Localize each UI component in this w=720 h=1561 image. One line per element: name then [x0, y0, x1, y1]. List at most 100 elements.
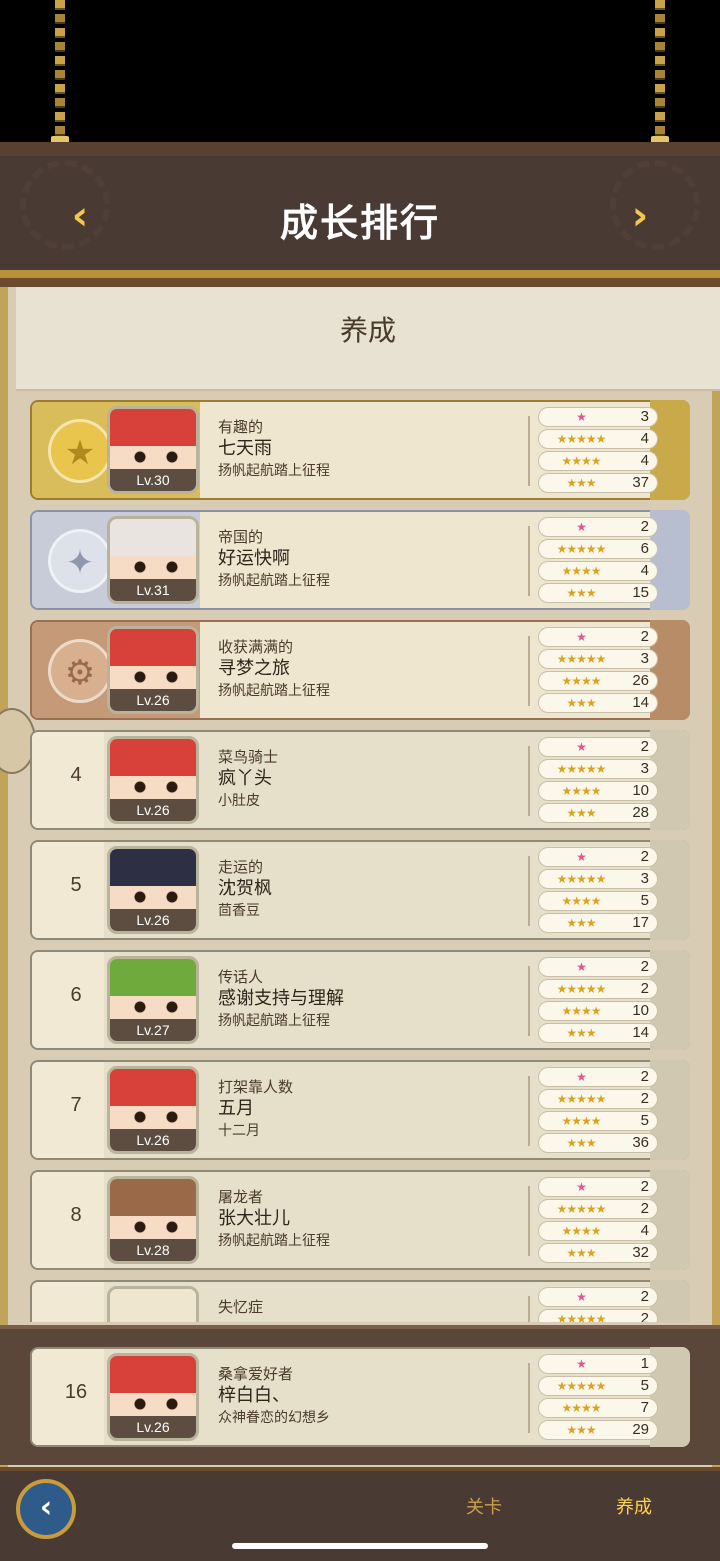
ranking-list[interactable]: ★ Lv.30 有趣的 七天雨 扬帆起航踏上征程 ★ 3 ★★★★★ 4 ★★★★ 4 ★★★ 37 ✦ L…	[30, 400, 690, 1322]
player-guild: 众神眷恋的幻想乡	[218, 1410, 330, 1426]
row-divider	[528, 416, 530, 486]
avatar-eyes	[132, 891, 180, 903]
five-star-count: ★★★★★ 3	[538, 869, 658, 889]
ranking-row[interactable]: ⚙ Lv.26 收获满满的 寻梦之旅 扬帆起航踏上征程 ★ 2 ★★★★★ 3 ★★★★ 26 ★★★…	[30, 620, 690, 720]
avatar[interactable]: Lv.26	[107, 736, 199, 824]
player-info: 传话人 感谢支持与理解 扬帆起航踏上征程	[218, 966, 518, 1032]
player-guild: 小肚皮	[218, 793, 260, 809]
five-star-count-value: 6	[640, 540, 649, 557]
player-name: 疯丫头	[218, 768, 272, 789]
three-star-count: ★★★ 36	[538, 1133, 658, 1153]
rank-number: 7	[70, 1094, 82, 1116]
ranking-row[interactable]: ✦ Lv.31 帝国的 好运快啊 扬帆起航踏上征程 ★ 2 ★★★★★ 6 ★★★★ 4 ★★★ 15	[30, 510, 690, 610]
five-star-count-value: 2	[640, 1310, 649, 1322]
four-star-count-value: 7	[640, 1399, 649, 1416]
pink-star-count: ★ 2	[538, 1287, 658, 1307]
player-info: 打架靠人数 五月 十二月	[218, 1076, 518, 1142]
star-stats: ★ 2 ★★★★★ 2 ★★★★ 10 ★★★ 14	[538, 957, 660, 1045]
level-badge: Lv.28	[110, 1239, 196, 1261]
three-star-count-value: 17	[632, 914, 649, 931]
star-icon: ★★★	[566, 806, 596, 820]
avatar-portrait	[110, 1289, 196, 1322]
five-star-count: ★★★★★ 3	[538, 649, 658, 669]
level-badge: Lv.26	[110, 1416, 196, 1438]
next-arrow-button[interactable]: ›	[612, 194, 668, 240]
ranking-row[interactable]: 失忆症★2★★★★★2★★★★★★★	[30, 1280, 690, 1322]
star-stats: ★ 2 ★★★★★ 3 ★★★★ 26 ★★★ 14	[538, 627, 660, 715]
three-star-count: ★★★ 32	[538, 1243, 658, 1263]
ranking-row[interactable]: 5 Lv.26 走运的 沈贺枫 茴香豆 ★ 2 ★★★★★ 3 ★★★★ 5 ★★★ 17	[30, 840, 690, 940]
three-star-count: ★★★ 29	[538, 1420, 658, 1440]
ranking-row[interactable]: 6 Lv.27 传话人 感谢支持与理解 扬帆起航踏上征程 ★ 2 ★★★★★ 2 ★★★★ 10 ★★…	[30, 950, 690, 1050]
four-star-count: ★★★★ 4	[538, 561, 658, 581]
gold-medal-icon: ★	[48, 419, 112, 483]
avatar[interactable]	[107, 1286, 199, 1322]
five-star-count: ★★★★★ 5	[538, 1376, 658, 1396]
avatar[interactable]: Lv.26	[107, 626, 199, 714]
player-guild: 扬帆起航踏上征程	[218, 1013, 330, 1029]
five-star-count-value: 2	[640, 1200, 649, 1217]
rank-number: 16	[64, 1381, 88, 1403]
row-divider	[528, 1363, 530, 1433]
pink-star-icon: ★	[576, 630, 587, 644]
ranking-row[interactable]: ★ Lv.30 有趣的 七天雨 扬帆起航踏上征程 ★ 3 ★★★★★ 4 ★★★★ 4 ★★★ 37	[30, 400, 690, 500]
player-name: 沈贺枫	[218, 878, 272, 899]
player-info: 菜鸟骑士 疯丫头 小肚皮	[218, 746, 518, 812]
star-stats: ★ 2 ★★★★★ 3 ★★★★ 5 ★★★ 17	[538, 847, 660, 935]
back-button[interactable]: ‹	[16, 1479, 76, 1539]
pink-star-count: ★ 2	[538, 1067, 658, 1087]
four-star-count-value: 5	[640, 892, 649, 909]
four-star-count-value: 10	[632, 1002, 649, 1019]
five-star-count-value: 4	[640, 430, 649, 447]
ranking-row[interactable]: 7 Lv.26 打架靠人数 五月 十二月 ★ 2 ★★★★★ 2 ★★★★ 5 ★★★ 36	[30, 1060, 690, 1160]
star-stats: ★ 2 ★★★★★ 2 ★★★★ 4 ★★★ 32	[538, 1177, 660, 1265]
star-icon: ★★★	[566, 586, 596, 600]
pink-star-icon: ★	[576, 850, 587, 864]
avatar[interactable]: Lv.26	[107, 1353, 199, 1441]
five-star-count: ★★★★★ 2	[538, 979, 658, 999]
three-star-count: ★★★ 14	[538, 1023, 658, 1043]
ranking-row[interactable]: 16 Lv.26 桑拿爱好者 梓白白、 众神眷恋的幻想乡 ★ 1 ★★★★★ 5 ★★★★ 7 ★★★…	[30, 1347, 690, 1447]
player-name: 梓白白、	[218, 1385, 290, 1406]
player-title: 帝国的	[218, 528, 264, 546]
row-divider	[528, 636, 530, 706]
avatar[interactable]: Lv.30	[107, 406, 199, 494]
five-star-count: ★★★★★ 6	[538, 539, 658, 559]
pink-star-count-value: 1	[640, 1355, 649, 1372]
pink-star-count: ★ 2	[538, 517, 658, 537]
player-name: 感谢支持与理解	[218, 988, 344, 1009]
three-star-count-value: 36	[632, 1134, 649, 1151]
level-badge: Lv.26	[110, 799, 196, 821]
rank-number: 6	[70, 984, 82, 1006]
star-icon: ★★★★	[561, 1401, 601, 1415]
three-star-count-value: 15	[632, 584, 649, 601]
player-title: 收获满满的	[218, 638, 294, 656]
avatar[interactable]: Lv.28	[107, 1176, 199, 1264]
avatar[interactable]: Lv.26	[107, 846, 199, 934]
player-info: 走运的 沈贺枫 茴香豆	[218, 856, 518, 922]
player-name: 寻梦之旅	[218, 658, 290, 679]
player-info: 收获满满的寻梦之旅扬帆起航踏上征程	[218, 636, 518, 702]
chevron-right-icon: ›	[631, 193, 649, 239]
star-icon: ★★★★	[561, 1114, 601, 1128]
five-star-count: ★★★★★ 2	[538, 1199, 658, 1219]
star-icon: ★★★★★	[556, 1202, 607, 1216]
silver-medal-icon: ✦	[48, 529, 112, 593]
avatar-eyes	[132, 451, 180, 463]
avatar[interactable]: Lv.26	[107, 1066, 199, 1154]
three-star-count-value: 28	[632, 804, 649, 821]
ranking-row[interactable]: 4 Lv.26 菜鸟骑士 疯丫头 小肚皮 ★ 2 ★★★★★ 3 ★★★★ 10 ★★★ 28	[30, 730, 690, 830]
avatar[interactable]: Lv.27	[107, 956, 199, 1044]
pink-star-count-value: 2	[640, 1068, 649, 1085]
player-guild: 扬帆起航踏上征程	[218, 683, 330, 699]
five-star-count-value: 3	[640, 870, 649, 887]
ranking-row[interactable]: 8 Lv.28 屠龙者 张大壮儿 扬帆起航踏上征程 ★ 2 ★★★★★ 2 ★★★★ 4 ★★★ 32	[30, 1170, 690, 1270]
three-star-count: ★★★ 14	[538, 693, 658, 713]
player-title: 失忆症	[218, 1298, 264, 1316]
tab-training[interactable]: 养成	[616, 1493, 652, 1519]
tab-stages[interactable]: 关卡	[466, 1493, 502, 1519]
avatar-eyes	[132, 1221, 180, 1233]
row-divider	[528, 1076, 530, 1146]
pink-star-icon: ★	[576, 410, 587, 424]
avatar[interactable]: Lv.31	[107, 516, 199, 604]
